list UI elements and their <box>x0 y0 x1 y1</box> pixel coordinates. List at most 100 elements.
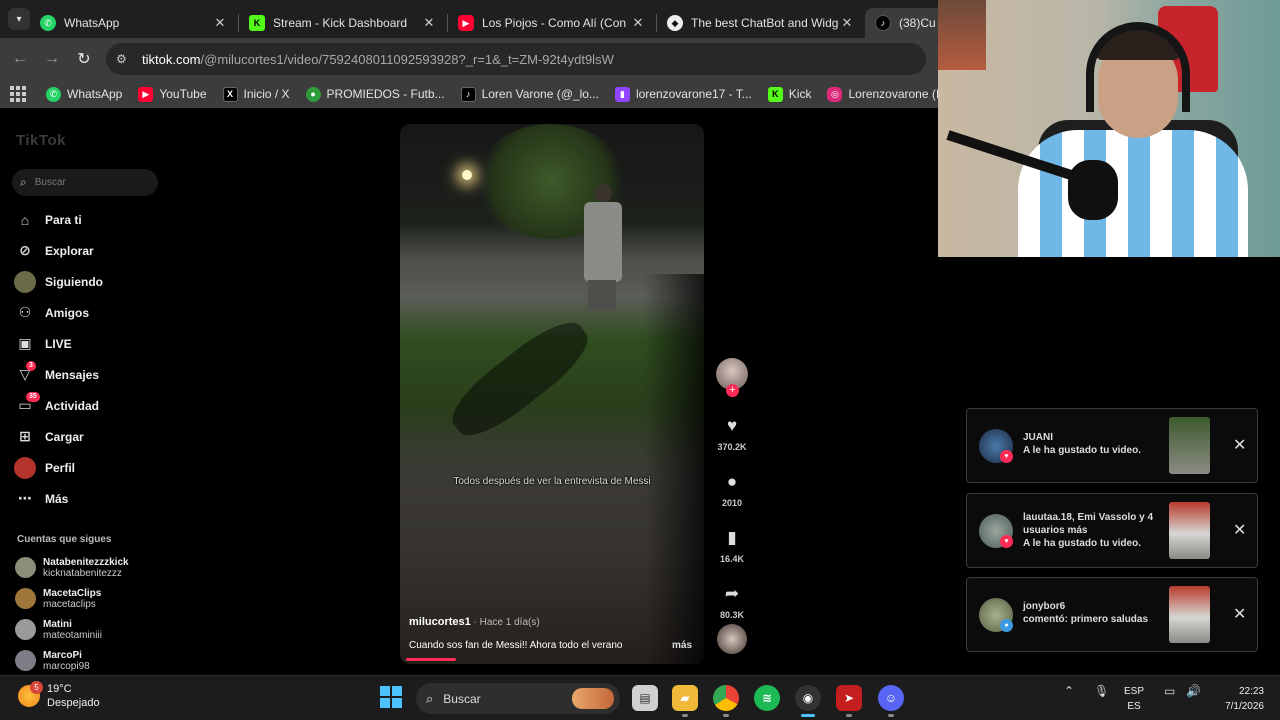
sidebar-item-live[interactable]: ▣ LIVE <box>14 328 164 359</box>
like-button[interactable]: ♥ 370.2K <box>712 416 752 452</box>
discord-icon[interactable]: ☺ <box>878 685 904 717</box>
tab-whatsapp[interactable]: ✆ WhatsApp ✕ <box>30 8 238 38</box>
weather-sun-icon: 5 <box>18 681 43 707</box>
chrome-icon[interactable] <box>713 685 739 717</box>
windows-start-icon[interactable] <box>380 686 402 708</box>
close-icon[interactable]: ✕ <box>839 15 855 31</box>
x-icon: X <box>222 86 238 102</box>
sidebar-item-perfil[interactable]: Perfil <box>14 452 164 483</box>
bookmark-whatsapp[interactable]: ✆ WhatsApp <box>46 86 123 102</box>
heart-icon: ♥ <box>726 416 738 435</box>
site-info-icon[interactable]: ⚙ <box>116 52 136 66</box>
more-button[interactable]: más <box>672 640 692 651</box>
search-icon: ⌕ <box>20 175 27 189</box>
youtube-icon: ▶ <box>138 86 154 102</box>
obs-icon[interactable]: ◉ <box>795 685 821 717</box>
video-progress-bar[interactable] <box>406 658 456 661</box>
video-thumbnail[interactable] <box>1169 417 1210 474</box>
notification-title: JUANI <box>1023 432 1054 443</box>
tab-search-button[interactable]: ▾ <box>8 8 30 30</box>
reload-icon[interactable]: ↻ <box>68 43 100 75</box>
apps-grid-icon[interactable] <box>10 86 26 102</box>
microphone-icon[interactable]: 🎙 <box>1094 684 1109 698</box>
list-item[interactable]: MacetaClips macetaclips <box>15 583 129 614</box>
list-item[interactable]: Natabenitezzzkick kicknatabenitezzz <box>15 552 129 583</box>
share-button[interactable]: ➦ 80.3K <box>712 584 752 620</box>
list-item[interactable]: Matini mateotaminiii <box>15 614 129 645</box>
following-list: Natabenitezzzkick kicknatabenitezzz Macet… <box>15 552 129 676</box>
forward-arrow-icon[interactable]: → <box>36 43 68 75</box>
video-thumbnail[interactable] <box>1169 586 1210 643</box>
close-icon[interactable]: ✕ <box>630 15 646 31</box>
system-clock[interactable]: 22:23 7/1/2026 <box>1212 684 1264 714</box>
music-disc-icon[interactable] <box>717 624 747 654</box>
sidebar-item-label: Actividad <box>45 398 100 413</box>
task-view-icon[interactable]: ▤ <box>632 685 658 711</box>
bookmark-label: Kick <box>788 87 812 101</box>
sidebar-item-siguiendo[interactable]: Siguiendo <box>14 266 164 297</box>
close-icon[interactable]: ✕ <box>212 15 228 31</box>
chevron-up-icon[interactable]: ⌃ <box>1064 684 1074 698</box>
sidebar-item-mas[interactable]: ⋯ Más <box>14 483 164 514</box>
url-path: /@milucortes1/video/7592408011092593928?… <box>200 51 614 67</box>
close-icon[interactable]: ✕ <box>1233 520 1246 540</box>
sidebar-item-cargar[interactable]: ⊞ Cargar <box>14 421 164 452</box>
address-bar[interactable]: ⚙ tiktok.com /@milucortes1/video/7592408… <box>106 43 926 75</box>
bookmark-twitch[interactable]: ▮ lorenzovarone17 - T... <box>614 86 752 102</box>
messages-icon: ▽ 3 <box>14 360 36 386</box>
creator-avatar[interactable]: + <box>716 358 748 397</box>
notification-text: A le ha gustado tu video. <box>1023 538 1141 549</box>
network-icon[interactable]: ▭ <box>1164 684 1175 698</box>
taskbar-search[interactable]: ⌕ Buscar <box>416 683 620 714</box>
webcam-microphone <box>1068 160 1118 220</box>
weather-badge: 5 <box>30 681 43 694</box>
bookmark-x[interactable]: X Inicio / X <box>222 86 290 102</box>
tab-chatbot[interactable]: ◆ The best ChatBot and Widge ✕ <box>657 8 865 38</box>
bookmark-promiedos[interactable]: ● PROMIEDOS - Futb... <box>305 86 445 102</box>
comment-button[interactable]: ● 2010 <box>712 472 752 508</box>
notification-card[interactable]: ● jonybor6 comentó: primero saludas ✕ <box>966 577 1258 652</box>
weather-widget[interactable]: 5 19°C Despejado <box>18 681 100 710</box>
tab-tiktok[interactable]: ♪ (38)Cua <box>865 8 945 38</box>
spotify-icon[interactable]: ≋ <box>754 685 780 711</box>
following-handle: mateotaminiii <box>43 629 102 641</box>
sidebar-item-para-ti[interactable]: ⌂ Para ti <box>14 204 164 235</box>
bookmark-label: YouTube <box>159 87 207 101</box>
video-player[interactable]: Todos después de ver la entrevista de Me… <box>400 124 704 664</box>
bookmark-kick[interactable]: K Kick <box>767 86 812 102</box>
sidebar-item-actividad[interactable]: ▭ 35 Actividad <box>14 390 164 421</box>
file-explorer-icon[interactable]: ▰ <box>672 685 698 717</box>
sidebar-item-mensajes[interactable]: ▽ 3 Mensajes <box>14 359 164 390</box>
messages-badge: 3 <box>26 360 36 371</box>
search-input[interactable]: ⌕ Buscar <box>12 169 158 196</box>
list-item[interactable]: MarcoPi marcopi98 <box>15 645 129 676</box>
close-icon[interactable]: ✕ <box>1233 435 1246 455</box>
game-launcher-icon[interactable]: ➤ <box>836 685 862 717</box>
following-name: MacetaClips <box>43 587 102 599</box>
save-button[interactable]: ▮ 16.4K <box>712 528 752 564</box>
follow-plus-icon[interactable]: + <box>726 384 739 397</box>
sidebar-item-label: Más <box>45 491 69 506</box>
notification-card[interactable]: ♥ lauutaa.18, Emi Vassolo y 4 usuarios m… <box>966 493 1258 568</box>
tab-youtube[interactable]: ▶ Los Piojos - Como Alí (Con l ✕ <box>448 8 656 38</box>
close-icon[interactable]: ✕ <box>421 15 437 31</box>
tab-kick-dashboard[interactable]: K Stream - Kick Dashboard ✕ <box>239 8 447 38</box>
bookmark-label: Inicio / X <box>243 87 290 101</box>
bookmark-tiktok[interactable]: ♪ Loren Varone (@_lo... <box>460 86 599 102</box>
volume-icon[interactable]: 🔊 <box>1186 684 1201 698</box>
bookmark-label: WhatsApp <box>67 87 123 101</box>
sidebar-item-explorar[interactable]: ⊘ Explorar <box>14 235 164 266</box>
video-scene-person <box>580 184 626 334</box>
bookmark-youtube[interactable]: ▶ YouTube <box>138 86 207 102</box>
video-author[interactable]: milucortes1 · Hace 1 día(s) <box>409 616 540 628</box>
language-indicator[interactable]: ESP ES <box>1124 684 1144 714</box>
back-arrow-icon[interactable]: ← <box>4 43 36 75</box>
taskbar-search-label: Buscar <box>443 691 481 706</box>
tiktok-icon: ♪ <box>460 86 476 102</box>
notification-card[interactable]: ♥ JUANI A le ha gustado tu video. ✕ <box>966 408 1258 483</box>
tiktok-logo[interactable]: TikTok <box>16 132 66 149</box>
sidebar-item-amigos[interactable]: ⚇ Amigos <box>14 297 164 328</box>
close-icon[interactable]: ✕ <box>1233 604 1246 624</box>
video-thumbnail[interactable] <box>1169 502 1210 559</box>
live-icon: ▣ <box>18 335 32 351</box>
